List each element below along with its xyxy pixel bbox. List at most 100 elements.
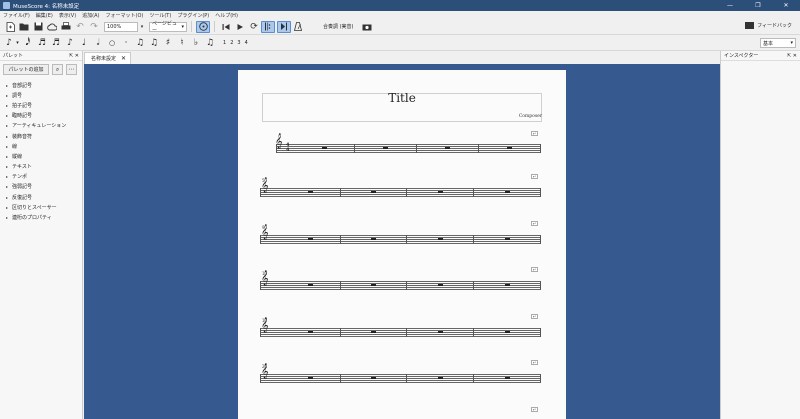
line-break-icon[interactable]: ↵ <box>531 131 538 136</box>
voice-2-button[interactable]: 2 <box>230 40 233 46</box>
workspace-select[interactable]: 基本 ▾ <box>760 38 796 48</box>
whole-rest[interactable] <box>505 331 510 333</box>
undo-button[interactable]: ↶ <box>73 21 87 33</box>
image-capture-button[interactable] <box>360 21 374 33</box>
duration-16th-button[interactable]: ♬ <box>49 37 63 49</box>
line-break-icon[interactable]: ↵ <box>531 221 538 226</box>
whole-rest[interactable] <box>438 238 443 240</box>
redo-button[interactable]: ↷ <box>87 21 101 33</box>
score-tab[interactable]: 名称未設定 ✕ <box>84 52 132 64</box>
search-button[interactable]: ⌕ <box>52 64 63 75</box>
line-break-icon[interactable]: ↵ <box>531 407 538 412</box>
whole-rest[interactable] <box>308 377 313 379</box>
augmentation-dot-button[interactable]: · <box>119 37 133 49</box>
whole-rest[interactable] <box>505 284 510 286</box>
staff[interactable] <box>260 281 541 291</box>
whole-rest[interactable] <box>383 147 388 149</box>
palette-item-lines[interactable]: ▸ 線 <box>0 141 82 151</box>
palette-item-articulations[interactable]: ▸ アーティキュレーション <box>0 121 82 131</box>
whole-rest[interactable] <box>322 147 327 149</box>
midi-input-toggle[interactable] <box>196 20 210 33</box>
palette-item-beam-properties[interactable]: ▸ 連桁のプロパティ <box>0 212 82 222</box>
menu-edit[interactable]: 編集(E) <box>36 12 53 19</box>
duration-whole-button[interactable]: ○ <box>105 37 119 49</box>
staff[interactable] <box>260 235 541 245</box>
treble-clef-icon[interactable]: 𝄞 <box>261 318 269 333</box>
treble-clef-icon[interactable]: 𝄞 <box>261 225 269 240</box>
menu-tools[interactable]: ツール(T) <box>149 12 171 19</box>
palette-item-key-signatures[interactable]: ▸ 調号 <box>0 90 82 100</box>
palette-item-time-signatures[interactable]: ▸ 拍子記号 <box>0 100 82 110</box>
palette-item-barlines[interactable]: ▸ 縦線 <box>0 151 82 161</box>
palette-item-grace-notes[interactable]: ▸ 装飾音符 <box>0 131 82 141</box>
score-title[interactable]: Title <box>238 91 566 105</box>
zoom-field[interactable]: 100% <box>104 21 138 32</box>
duration-quarter-button[interactable]: ♩ <box>77 37 91 49</box>
play-button[interactable] <box>233 21 247 33</box>
pan-score-toggle[interactable] <box>277 20 291 33</box>
menu-format[interactable]: フォーマット(O) <box>106 12 144 19</box>
close-tab-icon[interactable]: ✕ <box>121 55 126 62</box>
whole-rest[interactable] <box>371 284 376 286</box>
whole-rest[interactable] <box>308 284 313 286</box>
score-composer[interactable]: Composer <box>519 114 542 119</box>
whole-rest[interactable] <box>505 238 510 240</box>
treble-clef-icon[interactable]: 𝄞 <box>261 271 269 286</box>
view-mode-select[interactable]: ページビュー ▾ <box>149 21 187 34</box>
menu-help[interactable]: ヘルプ(H) <box>215 12 238 19</box>
line-break-icon[interactable]: ↵ <box>531 314 538 319</box>
new-score-button[interactable] <box>3 21 17 33</box>
time-signature[interactable]: 44 <box>286 143 289 152</box>
minimize-button[interactable]: — <box>716 0 744 11</box>
whole-rest[interactable] <box>445 147 450 149</box>
metronome-button[interactable] <box>291 21 305 33</box>
panel-controls[interactable]: ⇱ ✕ <box>787 53 797 59</box>
more-options-button[interactable]: ⋯ <box>66 64 77 75</box>
maximize-button[interactable]: ❐ <box>744 0 772 11</box>
flip-direction-button[interactable]: ♫ <box>203 37 217 49</box>
note-input-mode-dropdown[interactable]: ▾ <box>14 37 21 49</box>
staff[interactable] <box>276 144 541 154</box>
palette-item-tempo[interactable]: ▸ テンポ <box>0 172 82 182</box>
open-button[interactable] <box>17 21 31 33</box>
duration-64th-button[interactable]: 𝅘𝅥𝅰 <box>21 37 35 49</box>
treble-clef-icon[interactable]: 𝄞 <box>275 134 283 149</box>
voice-4-button[interactable]: 4 <box>245 40 248 46</box>
whole-rest[interactable] <box>505 191 510 193</box>
natural-button[interactable]: ♮ <box>175 37 189 49</box>
whole-rest[interactable] <box>308 238 313 240</box>
add-palettes-button[interactable]: パレットの追加 <box>3 64 49 75</box>
staff[interactable] <box>260 188 541 198</box>
rewind-button[interactable] <box>219 21 233 33</box>
palette-item-clefs[interactable]: ▸ 音部記号 <box>0 80 82 90</box>
menu-plugins[interactable]: プラグイン(P) <box>177 12 209 19</box>
voice-3-button[interactable]: 3 <box>237 40 240 46</box>
whole-rest[interactable] <box>507 147 512 149</box>
menu-add[interactable]: 追加(A) <box>82 12 99 19</box>
whole-rest[interactable] <box>371 377 376 379</box>
palette-item-repeats[interactable]: ▸ 反復記号 <box>0 192 82 202</box>
treble-clef-icon[interactable]: 𝄞 <box>261 178 269 193</box>
duration-32nd-button[interactable]: ♬ <box>35 37 49 49</box>
flat-button[interactable]: ♭ <box>189 37 203 49</box>
score-canvas[interactable]: Title Composer ↵ 𝄞 44 5 ↵ 𝄞 9 ↵ 𝄞 13 ↵ 𝄞… <box>84 64 720 419</box>
line-break-icon[interactable]: ↵ <box>531 360 538 365</box>
whole-rest[interactable] <box>371 331 376 333</box>
whole-rest[interactable] <box>371 191 376 193</box>
close-button[interactable]: ✕ <box>772 0 800 11</box>
slur-button[interactable]: ♫ <box>147 37 161 49</box>
whole-rest[interactable] <box>438 284 443 286</box>
treble-clef-icon[interactable]: 𝄞 <box>261 364 269 379</box>
whole-rest[interactable] <box>371 238 376 240</box>
palette-item-accidentals[interactable]: ▸ 臨時記号 <box>0 111 82 121</box>
loop-button[interactable]: ⟳ <box>247 21 261 33</box>
panel-controls[interactable]: ⇱ ✕ <box>69 53 79 59</box>
palette-item-dynamics[interactable]: ▸ 強弱記号 <box>0 182 82 192</box>
save-button[interactable] <box>31 21 45 33</box>
whole-rest[interactable] <box>438 331 443 333</box>
print-button[interactable] <box>59 21 73 33</box>
menu-file[interactable]: ファイル(F) <box>3 12 30 19</box>
concert-pitch-toggle[interactable]: 合奏調 (実音) <box>323 23 354 30</box>
whole-rest[interactable] <box>438 377 443 379</box>
score-page[interactable]: Title Composer ↵ 𝄞 44 5 ↵ 𝄞 9 ↵ 𝄞 13 ↵ 𝄞… <box>238 70 566 419</box>
